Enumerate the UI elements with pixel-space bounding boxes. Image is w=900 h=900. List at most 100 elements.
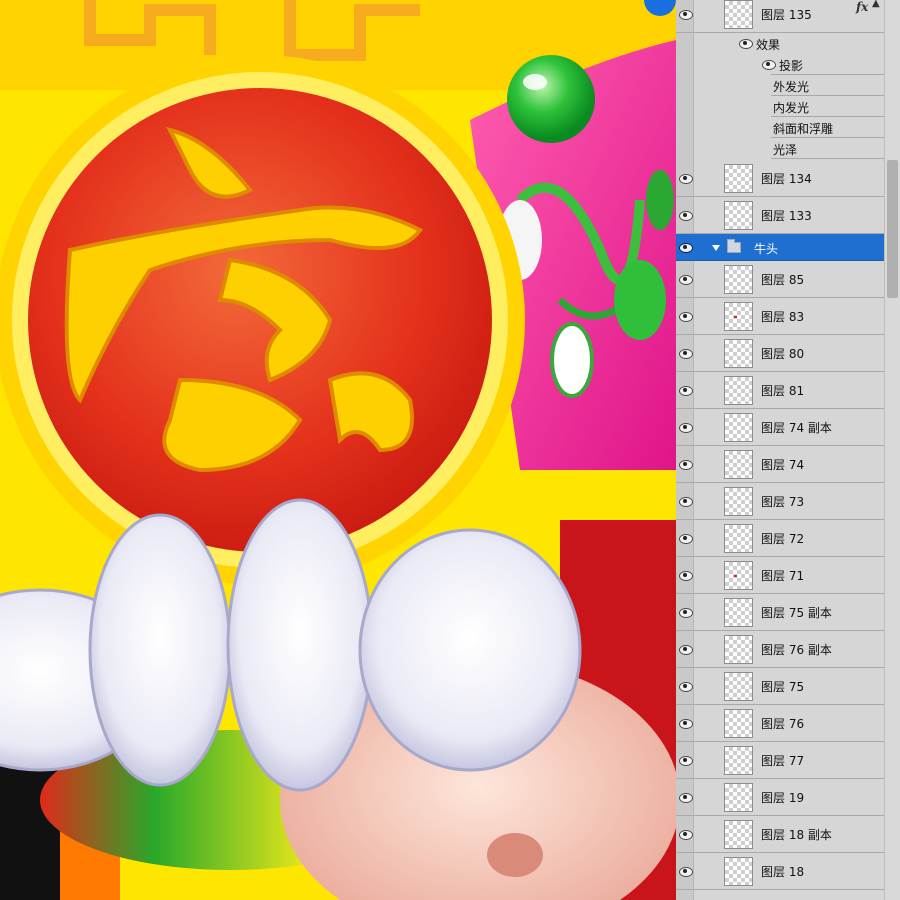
fx-icon[interactable]: fx: [856, 0, 868, 14]
layer-row[interactable]: 图层 83: [676, 298, 884, 335]
eye-icon[interactable]: [678, 866, 693, 877]
layer-row[interactable]: 图层 76: [676, 705, 884, 742]
layer-name: 图层 75: [761, 680, 805, 694]
layer-thumbnail: [724, 561, 753, 590]
eye-icon[interactable]: [678, 348, 693, 359]
layer-row[interactable]: 图层 71: [676, 557, 884, 594]
layer-name: 图层 135: [761, 8, 812, 22]
layer-name: 图层 77: [761, 754, 805, 768]
layer-row[interactable]: 图层 77: [676, 742, 884, 779]
layer-name: 图层 18: [761, 865, 805, 879]
effect-row-drop-shadow[interactable]: 投影: [762, 54, 884, 75]
collapse-caret-icon[interactable]: ▲: [872, 0, 880, 9]
eye-icon[interactable]: [678, 311, 693, 322]
effect-label: 内发光: [773, 101, 810, 115]
layer-thumbnail: [724, 820, 753, 849]
artwork-illustration: [0, 0, 676, 900]
layer-name: 图层 76 副本: [761, 643, 832, 657]
eye-icon[interactable]: [678, 422, 693, 433]
layer-name: 图层 19: [761, 791, 805, 805]
layer-row[interactable]: 图层 74: [676, 446, 884, 483]
layer-name: 图层 74: [761, 458, 805, 472]
layer-row[interactable]: 图层 74 副本: [676, 409, 884, 446]
layer-thumbnail: [724, 413, 753, 442]
effect-row-outer-glow[interactable]: 外发光: [771, 75, 884, 96]
layer-row[interactable]: 图层 73: [676, 483, 884, 520]
eye-icon[interactable]: [678, 607, 693, 618]
eye-icon[interactable]: [678, 755, 693, 766]
layer-thumbnail: [724, 783, 753, 812]
layer-thumbnail: [724, 857, 753, 886]
layer-thumbnail: [724, 487, 753, 516]
layer-name: 图层 83: [761, 310, 805, 324]
eye-icon[interactable]: [678, 9, 693, 20]
effect-row-inner-glow[interactable]: 内发光: [771, 96, 884, 117]
scrollbar-thumb[interactable]: [887, 160, 898, 298]
eye-icon[interactable]: [678, 242, 693, 253]
layer-row[interactable]: 图层 81: [676, 372, 884, 409]
layer-name: 图层 80: [761, 347, 805, 361]
eye-icon[interactable]: [678, 644, 693, 655]
artwork-canvas[interactable]: [0, 0, 676, 900]
layer-name: 图层 74 副本: [761, 421, 832, 435]
layer-row[interactable]: 图层 135 fx ▲: [676, 0, 884, 33]
layer-row[interactable]: 图层 72: [676, 520, 884, 557]
layer-row[interactable]: 图层 76 副本: [676, 631, 884, 668]
layer-thumbnail: [724, 376, 753, 405]
eye-icon[interactable]: [678, 681, 693, 692]
effect-label: 投影: [779, 59, 804, 73]
layer-thumbnail: [724, 164, 753, 193]
eye-icon[interactable]: [678, 274, 693, 285]
layer-name: 图层 71: [761, 569, 805, 583]
layer-thumbnail: [724, 201, 753, 230]
eye-icon[interactable]: [678, 173, 693, 184]
layer-row[interactable]: 图层 19: [676, 779, 884, 816]
layer-thumbnail: [724, 450, 753, 479]
layer-thumbnail: [724, 672, 753, 701]
layer-thumbnail: [724, 339, 753, 368]
layer-row[interactable]: 图层 85: [676, 261, 884, 298]
eye-icon[interactable]: [678, 459, 693, 470]
effect-row-bevel-emboss[interactable]: 斜面和浮雕: [771, 117, 884, 138]
eye-icon[interactable]: [678, 385, 693, 396]
layer-thumbnail: [724, 0, 753, 29]
eye-icon[interactable]: [738, 38, 753, 49]
eye-icon[interactable]: [678, 792, 693, 803]
eye-icon[interactable]: [761, 59, 776, 70]
layer-row[interactable]: 图层 18: [676, 853, 884, 890]
folder-icon: [727, 239, 741, 253]
layer-thumbnail: [724, 302, 753, 331]
effect-row-satin[interactable]: 光泽: [771, 138, 884, 159]
eye-icon[interactable]: [678, 496, 693, 507]
layer-row[interactable]: 图层 80: [676, 335, 884, 372]
effect-label: 斜面和浮雕: [773, 122, 834, 136]
eye-icon[interactable]: [678, 210, 693, 221]
layer-row[interactable]: 图层 75: [676, 668, 884, 705]
layer-thumbnail: [724, 746, 753, 775]
eye-icon[interactable]: [678, 533, 693, 544]
disclosure-triangle-icon[interactable]: [712, 245, 720, 251]
layer-name: 图层 72: [761, 532, 805, 546]
layer-row[interactable]: 图层 75 副本: [676, 594, 884, 631]
layer-name: 图层 133: [761, 209, 812, 223]
layers-panel: 图层 135 fx ▲ 效果 投影 外发光 内发光 斜面和浮雕 光泽 图层 13…: [676, 0, 900, 900]
layer-thumbnail: [724, 598, 753, 627]
layer-row[interactable]: 图层 134: [676, 160, 884, 197]
effects-header-row[interactable]: 效果: [676, 33, 884, 54]
layer-name: 图层 81: [761, 384, 805, 398]
layer-group-row[interactable]: 牛头: [676, 234, 884, 261]
layer-row[interactable]: 图层 133: [676, 197, 884, 234]
layer-row[interactable]: 图层 18 副本: [676, 816, 884, 853]
layer-name: 图层 85: [761, 273, 805, 287]
layer-name: 图层 73: [761, 495, 805, 509]
eye-icon[interactable]: [678, 829, 693, 840]
effects-header-label: 效果: [756, 38, 781, 52]
effect-label: 外发光: [773, 80, 810, 94]
eye-icon[interactable]: [678, 570, 693, 581]
layer-name: 图层 76: [761, 717, 805, 731]
layer-name: 图层 18 副本: [761, 828, 832, 842]
layer-thumbnail: [724, 709, 753, 738]
layers-scrollbar[interactable]: [884, 0, 900, 900]
effect-label: 光泽: [773, 143, 798, 157]
eye-icon[interactable]: [678, 718, 693, 729]
